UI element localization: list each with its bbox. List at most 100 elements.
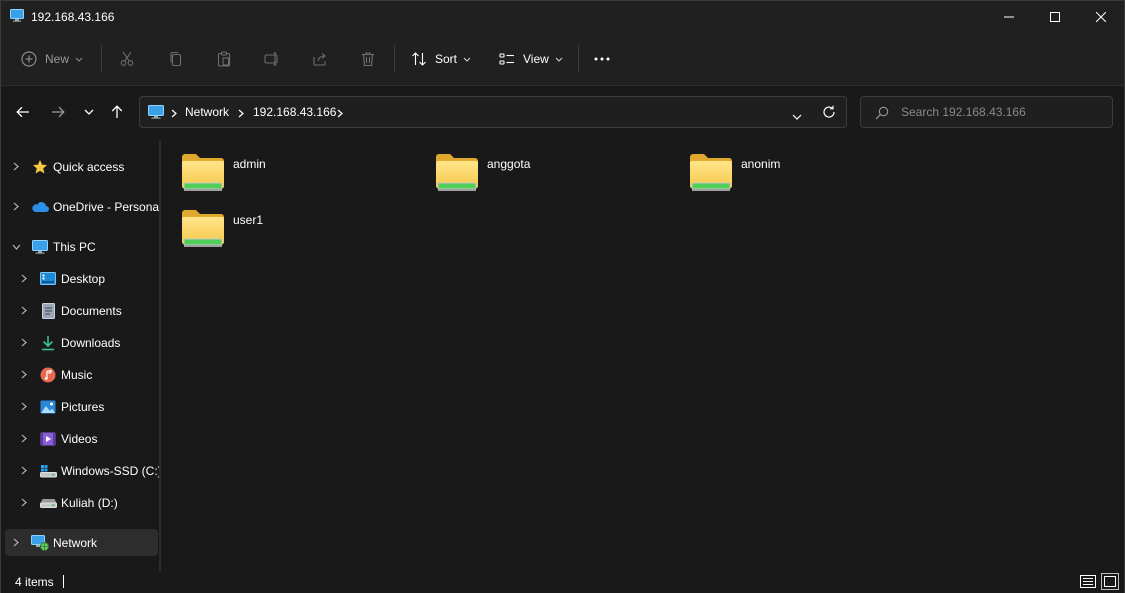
search-input[interactable]	[899, 104, 1103, 120]
share-button[interactable]	[312, 43, 328, 75]
chevron-right-icon[interactable]	[19, 466, 29, 475]
recent-locations-button[interactable]	[75, 97, 103, 127]
folder-item[interactable]: anggota	[415, 141, 655, 191]
chevron-down-icon	[75, 57, 83, 62]
breadcrumb-network[interactable]: Network	[185, 105, 229, 119]
sidebar-item-music[interactable]: Music	[5, 361, 158, 388]
back-button[interactable]	[9, 97, 37, 127]
item-count: 4 items	[15, 575, 54, 589]
chevron-right-icon[interactable]	[11, 202, 21, 211]
pictures-icon	[39, 398, 57, 416]
sidebar-item-kuliah[interactable]: Kuliah (D:)	[5, 489, 158, 516]
chevron-right-icon	[337, 107, 343, 121]
title-bar[interactable]: 192.168.43.166	[1, 1, 1124, 33]
close-button[interactable]	[1078, 1, 1124, 33]
network-icon	[31, 534, 49, 552]
sort-label: Sort	[435, 52, 458, 66]
address-dropdown-button[interactable]	[792, 109, 802, 123]
minimize-button[interactable]	[986, 1, 1032, 33]
paste-icon	[217, 51, 231, 67]
sidebar-item-videos[interactable]: Videos	[5, 425, 158, 452]
desktop-icon	[39, 270, 57, 288]
up-button[interactable]	[103, 97, 131, 127]
sidebar-item-label: Downloads	[61, 335, 121, 350]
chevron-down-icon	[792, 114, 802, 120]
cloud-icon	[31, 198, 49, 216]
sidebar-item-label: Desktop	[61, 271, 106, 286]
folder-name: anonim	[741, 157, 781, 171]
details-view-button[interactable]	[1079, 573, 1097, 590]
ellipsis-icon	[594, 57, 610, 61]
music-icon	[39, 366, 57, 384]
file-list: admin anggota anonim user1	[161, 141, 1124, 571]
chevron-right-icon[interactable]	[11, 538, 21, 547]
chevron-right-icon[interactable]	[19, 306, 29, 315]
maximize-button[interactable]	[1032, 1, 1078, 33]
new-button[interactable]: New	[21, 43, 83, 75]
navigation-pane: Quick access OneDrive - Personal This PC…	[1, 141, 162, 571]
chevron-right-icon[interactable]	[19, 338, 29, 347]
forward-button[interactable]	[44, 97, 72, 127]
navigation-row: Network 192.168.43.166	[1, 86, 1124, 140]
details-view-icon	[1080, 575, 1096, 588]
chevron-right-icon[interactable]	[19, 370, 29, 379]
view-button[interactable]: View	[499, 43, 563, 75]
chevron-down-icon	[555, 57, 563, 62]
chevron-right-icon[interactable]	[11, 162, 21, 171]
folder-item[interactable]: admin	[161, 141, 401, 191]
chevron-right-icon[interactable]	[19, 274, 29, 283]
minimize-icon	[1004, 16, 1014, 18]
view-label: View	[523, 52, 549, 66]
chevron-right-icon[interactable]	[19, 434, 29, 443]
status-divider	[63, 575, 64, 588]
refresh-icon	[823, 105, 835, 118]
chevron-right-icon	[238, 107, 244, 121]
large-icons-view-button[interactable]	[1101, 573, 1119, 590]
document-icon	[39, 302, 57, 320]
delete-button[interactable]	[360, 43, 376, 75]
status-bar: 4 items	[1, 571, 1124, 593]
sidebar-item-pictures[interactable]: Pictures	[5, 393, 158, 420]
sidebar-item-label: This PC	[53, 239, 96, 254]
download-icon	[39, 334, 57, 352]
chevron-right-icon	[171, 107, 177, 121]
more-button[interactable]	[593, 43, 611, 75]
sidebar-item-downloads[interactable]: Downloads	[5, 329, 158, 356]
folder-item[interactable]: user1	[161, 197, 401, 247]
chevron-down-icon[interactable]	[11, 244, 21, 250]
breadcrumb-host[interactable]: 192.168.43.166	[253, 105, 336, 119]
rename-button[interactable]	[264, 43, 280, 75]
sidebar-item-this-pc[interactable]: This PC	[5, 233, 158, 260]
cut-button[interactable]	[119, 43, 135, 75]
folder-name: admin	[233, 157, 266, 171]
search-box[interactable]	[860, 96, 1113, 128]
close-icon	[1096, 12, 1106, 22]
copy-icon	[170, 51, 182, 67]
network-folder-icon	[181, 153, 225, 196]
copy-button[interactable]	[168, 43, 184, 75]
sidebar-item-label: Windows-SSD (C:)	[61, 463, 162, 478]
network-folder-icon	[689, 153, 733, 196]
command-bar: New Sort View	[1, 33, 1124, 86]
explorer-window: 192.168.43.166 New Sort View Network 192…	[0, 0, 1125, 593]
window-title: 192.168.43.166	[31, 10, 115, 24]
sidebar-item-quick-access[interactable]: Quick access	[5, 153, 158, 180]
folder-name: user1	[233, 213, 264, 227]
sort-button[interactable]: Sort	[411, 43, 471, 75]
chevron-right-icon[interactable]	[19, 402, 29, 411]
sidebar-item-network[interactable]: Network	[5, 529, 158, 556]
sidebar-item-desktop[interactable]: Desktop	[5, 265, 158, 292]
sidebar-item-windows-ssd[interactable]: Windows-SSD (C:)	[5, 457, 162, 484]
monitor-icon	[148, 105, 164, 122]
sidebar-item-label: Pictures	[61, 399, 105, 414]
sidebar-item-documents[interactable]: Documents	[5, 297, 158, 324]
refresh-button[interactable]	[822, 105, 836, 122]
folder-item[interactable]: anonim	[669, 141, 909, 191]
search-icon	[875, 106, 889, 123]
chevron-right-icon[interactable]	[19, 498, 29, 507]
paste-button[interactable]	[216, 43, 232, 75]
plus-circle-icon	[21, 51, 37, 67]
address-bar[interactable]: Network 192.168.43.166	[139, 96, 847, 128]
sidebar-item-onedrive[interactable]: OneDrive - Personal	[5, 193, 162, 220]
sidebar-item-label: Quick access	[53, 159, 125, 174]
